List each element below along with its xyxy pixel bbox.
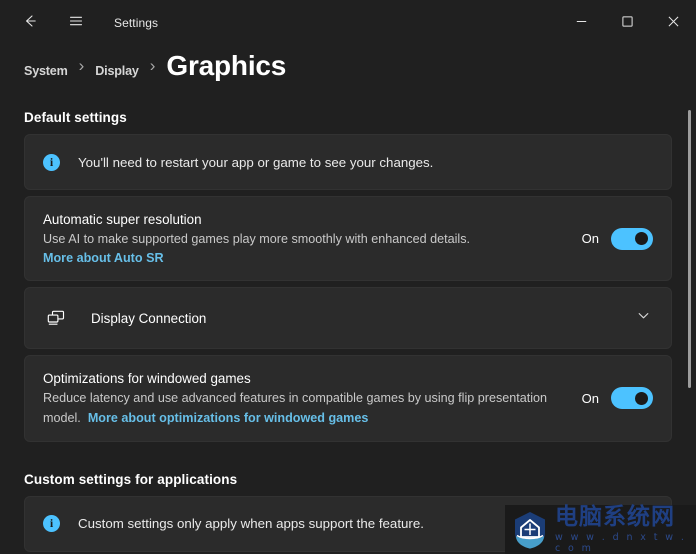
toggle-knob bbox=[635, 232, 648, 246]
auto-super-resolution-card: Automatic super resolution Use AI to mak… bbox=[24, 196, 672, 282]
display-connection-row[interactable]: Display Connection bbox=[24, 287, 672, 350]
windowed-optimizations-title: Optimizations for windowed games bbox=[43, 371, 251, 387]
custom-settings-info-text: Custom settings only apply when apps sup… bbox=[78, 516, 424, 532]
chevron-down-icon[interactable] bbox=[636, 308, 651, 328]
windowed-optimizations-description: Reduce latency and use advanced features… bbox=[43, 389, 568, 427]
close-icon bbox=[668, 14, 679, 32]
auto-super-resolution-toggle-label: On bbox=[581, 231, 599, 247]
restart-info-banner: i You'll need to restart your app or gam… bbox=[24, 134, 672, 190]
more-about-windowed-optimizations-link[interactable]: More about optimizations for windowed ga… bbox=[88, 411, 369, 425]
breadcrumb-separator-2: › bbox=[149, 56, 156, 75]
windowed-optimizations-toggle[interactable] bbox=[611, 387, 653, 410]
back-button[interactable] bbox=[10, 7, 50, 39]
vertical-scrollbar-thumb[interactable] bbox=[688, 110, 691, 388]
minimize-icon bbox=[576, 14, 587, 32]
auto-super-resolution-title: Automatic super resolution bbox=[43, 212, 202, 227]
auto-super-resolution-body: Automatic super resolution Use AI to mak… bbox=[43, 197, 568, 280]
auto-super-resolution-description: Use AI to make supported games play more… bbox=[43, 232, 471, 247]
breadcrumb: System › Display › Graphics bbox=[0, 46, 696, 98]
minimize-button[interactable] bbox=[558, 0, 604, 46]
display-connection-label: Display Connection bbox=[91, 310, 207, 326]
settings-scroll-area[interactable]: Default settings i You'll need to restar… bbox=[0, 98, 696, 554]
windowed-optimizations-toggle-label: On bbox=[581, 390, 599, 406]
hamburger-menu-button[interactable] bbox=[56, 7, 96, 39]
site-watermark: 电脑系统网 w w w . d n x t w . c o m bbox=[505, 505, 696, 554]
windowed-optimizations-toggle-wrap: On bbox=[581, 387, 653, 410]
toggle-knob bbox=[635, 391, 648, 405]
hamburger-menu-icon bbox=[68, 13, 84, 34]
auto-super-resolution-toggle[interactable] bbox=[611, 227, 653, 250]
section-heading-custom-settings: Custom settings for applications bbox=[24, 471, 238, 487]
breadcrumb-item-graphics: Graphics bbox=[166, 50, 287, 81]
more-about-auto-sr-link[interactable]: More about Auto SR bbox=[43, 251, 164, 265]
auto-super-resolution-toggle-wrap: On bbox=[581, 227, 653, 250]
breadcrumb-separator-1: › bbox=[78, 56, 85, 75]
close-button[interactable] bbox=[650, 0, 696, 46]
windowed-optimizations-card: Optimizations for windowed games Reduce … bbox=[24, 355, 672, 442]
watermark-text: 电脑系统网 w w w . d n x t w . c o m bbox=[555, 505, 696, 553]
section-heading-default-settings: Default settings bbox=[24, 110, 127, 125]
breadcrumb-item-system[interactable]: System bbox=[24, 64, 68, 78]
windowed-optimizations-body: Optimizations for windowed games Reduce … bbox=[43, 356, 568, 440]
watermark-site-url: w w w . d n x t w . c o m bbox=[555, 531, 687, 554]
multiple-displays-icon bbox=[43, 308, 69, 329]
info-icon: i bbox=[43, 515, 60, 533]
breadcrumb-item-display[interactable]: Display bbox=[95, 64, 139, 78]
restart-info-text: You'll need to restart your app or game … bbox=[78, 154, 434, 170]
title-bar: Settings bbox=[0, 0, 696, 46]
back-arrow-icon bbox=[22, 13, 38, 34]
info-icon: i bbox=[43, 153, 60, 171]
maximize-icon bbox=[621, 14, 633, 32]
watermark-site-name: 电脑系统网 bbox=[555, 504, 675, 531]
house-shield-logo bbox=[509, 509, 551, 551]
maximize-button[interactable] bbox=[604, 0, 650, 46]
window-title: Settings bbox=[114, 16, 159, 30]
